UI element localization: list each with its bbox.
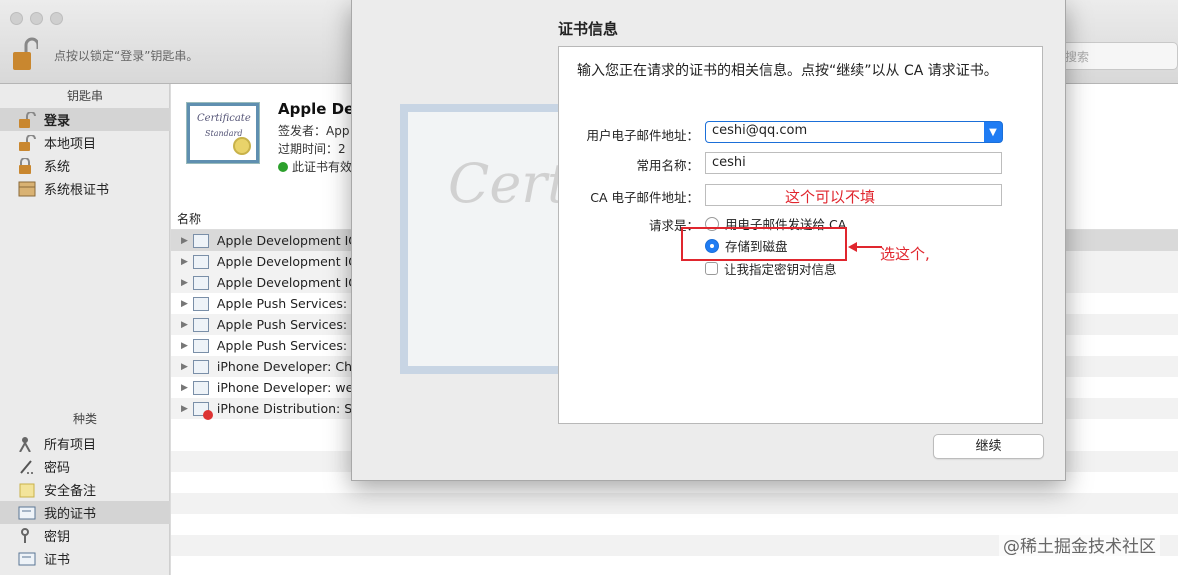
disclosure-triangle-icon[interactable]: ▶ — [181, 236, 188, 246]
note-icon — [18, 482, 36, 498]
list-item-label: Apple Development IO — [216, 254, 359, 269]
email-label: 用户电子邮件地址： — [586, 128, 699, 143]
sidebar-item-label: 密钥 — [44, 530, 71, 545]
email-field[interactable]: ceshi@qq.com ▼ — [705, 121, 1003, 143]
thumb-subtitle: Standard — [205, 129, 243, 138]
list-item-label: Apple Push Services: — [216, 296, 348, 311]
sidebar-item-local[interactable]: 本地项目 — [0, 131, 170, 154]
lock-closed-icon — [18, 156, 36, 174]
sidebar-item-label: 安全备注 — [44, 484, 97, 499]
intro-text: 输入您正在请求的证书的相关信息。点按“继续”以从 CA 请求证书。 — [577, 63, 998, 79]
sidebar-item-system[interactable]: 系统 — [0, 154, 170, 177]
certificate-icon — [192, 296, 209, 311]
detail-issuer: 签发者：App — [278, 124, 350, 138]
list-item-label: Apple Development IO — [216, 275, 359, 290]
detail-valid: 此证书有效 — [278, 158, 352, 175]
list-item-label: Apple Push Services: — [216, 338, 348, 353]
lock-open-icon[interactable] — [12, 36, 38, 72]
sidebar-item-all[interactable]: 所有项目 — [0, 432, 170, 455]
pen-icon — [18, 459, 36, 475]
certificate-icon — [192, 317, 209, 332]
checkbox[interactable] — [705, 262, 718, 275]
seal-icon — [233, 137, 251, 155]
list-item-label: iPhone Developer: we — [216, 380, 354, 395]
ca-email-label: CA 电子邮件地址： — [590, 190, 699, 205]
sidebar-item-label: 我的证书 — [44, 507, 97, 522]
lock-hint-text: 点按以锁定“登录”钥匙串。 — [54, 49, 199, 63]
sidebar-item-secure-notes[interactable]: 安全备注 — [0, 478, 170, 501]
annotation-ca-note: 这个可以不填 — [785, 188, 876, 206]
sidebar-item-label: 系统 — [44, 160, 71, 175]
check-circle-icon — [278, 162, 288, 172]
certificate-icon — [192, 254, 209, 269]
sidebar-item-certificates[interactable]: 证书 — [0, 547, 170, 570]
certificate-thumbnail: Certificate Standard — [186, 102, 260, 164]
email-value[interactable]: ceshi@qq.com — [706, 122, 984, 142]
sidebar-item-label: 系统根证书 — [44, 183, 110, 198]
certificate-icon — [192, 338, 209, 353]
minimize-window-button[interactable] — [30, 12, 43, 25]
category-header: 种类 — [72, 412, 97, 426]
checkbox-key-pair[interactable]: 让我指定密钥对信息 — [705, 259, 837, 278]
sidebar-item-my-certificates[interactable]: 我的证书 — [0, 501, 170, 524]
lock-open-icon — [18, 133, 36, 151]
continue-button[interactable]: 继续 — [933, 434, 1044, 459]
certificate-icon — [192, 359, 209, 374]
keychains-header: 钥匙串 — [66, 89, 103, 103]
certificate-icon — [18, 505, 36, 521]
name-label: 常用名称： — [636, 158, 699, 173]
certificate-icon — [192, 275, 209, 290]
watermark-text: @稀土掘金技术社区 — [999, 530, 1160, 559]
thumb-title: Certificate — [197, 113, 251, 124]
sidebar: 钥匙串 登录 本地项目 系统 系统根证书 种类 所有项目 密码 安全备注 我的证… — [0, 84, 170, 575]
sidebar-item-label: 所有项目 — [44, 438, 97, 453]
people-icon — [18, 436, 36, 452]
lock-open-icon — [18, 110, 36, 128]
annotation-highlight-box — [681, 227, 847, 261]
annotation-choose-note: 选这个, — [880, 245, 930, 263]
list-item-label: Apple Push Services: — [216, 317, 348, 332]
certificate-error-icon — [192, 401, 213, 420]
sidebar-item-keys[interactable]: 密钥 — [0, 524, 170, 547]
list-item-label: Apple Development IO — [216, 233, 359, 248]
key-icon — [18, 527, 36, 544]
chevron-down-icon[interactable]: ▼ — [984, 122, 1002, 142]
sidebar-item-login[interactable]: 登录 — [0, 108, 170, 131]
sidebar-item-passwords[interactable]: 密码 — [0, 455, 170, 478]
certificate-icon — [192, 233, 209, 248]
certificate-icon — [192, 380, 209, 395]
disclosure-triangle-icon[interactable]: ▶ — [181, 341, 188, 351]
zoom-window-button[interactable] — [50, 12, 63, 25]
list-item-label: iPhone Distribution: Sh — [216, 401, 361, 416]
annotation-arrow-icon — [848, 242, 882, 252]
list-item-label: iPhone Developer: Ch — [216, 359, 352, 374]
detail-valid-text: 此证书有效 — [292, 160, 353, 174]
sidebar-item-label: 证书 — [44, 553, 71, 568]
option-label: 让我指定密钥对信息 — [724, 262, 837, 277]
close-window-button[interactable] — [10, 12, 23, 25]
disclosure-triangle-icon[interactable]: ▶ — [181, 257, 188, 267]
detail-expires: 过期时间：2 — [278, 142, 346, 156]
sheet-title: 证书信息 — [558, 20, 619, 38]
disclosure-triangle-icon[interactable]: ▶ — [181, 404, 188, 414]
disclosure-triangle-icon[interactable]: ▶ — [181, 278, 188, 288]
certificate-icon — [18, 551, 36, 567]
sidebar-item-label: 密码 — [44, 461, 71, 476]
disclosure-triangle-icon[interactable]: ▶ — [181, 362, 188, 372]
sidebar-item-system-roots[interactable]: 系统根证书 — [0, 177, 170, 200]
cabinet-icon — [18, 181, 36, 197]
common-name-field[interactable]: ceshi — [705, 152, 1002, 174]
sidebar-item-label: 本地项目 — [44, 137, 97, 152]
disclosure-triangle-icon[interactable]: ▶ — [181, 320, 188, 330]
disclosure-triangle-icon[interactable]: ▶ — [181, 299, 188, 309]
sidebar-item-label: 登录 — [44, 114, 71, 129]
disclosure-triangle-icon[interactable]: ▶ — [181, 383, 188, 393]
